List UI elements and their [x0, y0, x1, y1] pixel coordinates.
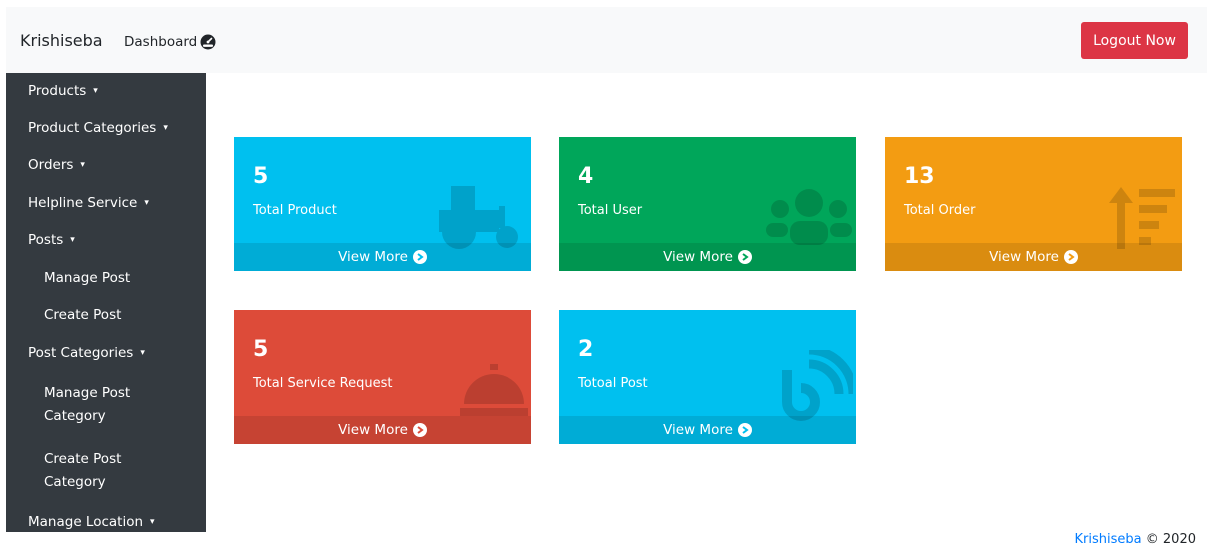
card-value: 13 [904, 164, 935, 189]
sidebar-item-label: Create Post Category [44, 450, 122, 490]
view-more-link[interactable]: View More [234, 243, 531, 271]
sidebar-item-label: Manage Location [28, 514, 144, 531]
view-more-label: View More [989, 249, 1059, 265]
arrow-circle-right-icon [737, 423, 752, 437]
sidebar-item-create-post-category[interactable]: Create Post Category [6, 438, 206, 504]
sidebar-item-label: Posts [28, 232, 64, 249]
blog-icon [782, 350, 853, 421]
sidebar-item-manage-post[interactable]: Manage Post [6, 259, 206, 297]
sidebar: Products ▾ Product Categories ▾ Orders ▾ He… [6, 73, 206, 532]
card-label: Total Order [904, 203, 976, 218]
view-more-label: View More [338, 422, 408, 438]
caret-down-icon: ▾ [70, 235, 75, 246]
view-more-label: View More [663, 422, 733, 438]
stat-card-total-service-request: 5 Total Service Request View More [234, 310, 531, 444]
sidebar-item-manage-post-category[interactable]: Manage Post Category [6, 372, 206, 438]
footer: Krishiseba © 2020 [1075, 532, 1196, 547]
arrow-circle-right-icon [737, 250, 752, 264]
arrow-circle-right-icon [1063, 250, 1078, 264]
caret-down-icon: ▾ [144, 197, 149, 208]
logout-button[interactable]: Logout Now [1081, 22, 1188, 59]
sidebar-item-manage-location[interactable]: Manage Location ▾ [6, 504, 206, 542]
dashboard-link[interactable]: Dashboard [124, 34, 216, 50]
sidebar-item-orders[interactable]: Orders ▾ [6, 147, 206, 185]
view-more-link[interactable]: View More [234, 416, 531, 444]
view-more-label: View More [338, 249, 408, 265]
card-label: Totoal Post [578, 376, 648, 391]
sidebar-item-label: Post Categories [28, 344, 134, 361]
footer-copyright: © 2020 [1145, 532, 1196, 547]
view-more-link[interactable]: View More [559, 243, 856, 271]
sidebar-item-create-post[interactable]: Create Post [6, 297, 206, 335]
top-navbar: Krishiseba Dashboard Logout Now [6, 7, 1207, 73]
tachometer-icon [200, 34, 216, 50]
sidebar-item-label: Orders [28, 157, 74, 174]
sidebar-item-post-categories[interactable]: Post Categories ▾ [6, 334, 206, 372]
card-value: 5 [253, 164, 269, 189]
sidebar-item-products[interactable]: Products ▾ [6, 73, 206, 109]
sidebar-item-label: Helpline Service [28, 194, 138, 211]
card-label: Total Product [253, 203, 337, 218]
card-label: Total User [578, 203, 643, 218]
view-more-label: View More [663, 249, 733, 265]
stat-card-total-order: 13 Total Order View More [885, 137, 1182, 271]
arrow-circle-right-icon [412, 423, 427, 437]
sidebar-item-helpline-service[interactable]: Helpline Service ▾ [6, 184, 206, 222]
view-more-link[interactable]: View More [559, 416, 856, 444]
stat-card-total-user: 4 Total User View More [559, 137, 856, 271]
caret-down-icon: ▾ [93, 86, 98, 96]
caret-down-icon: ▾ [80, 160, 85, 171]
view-more-link[interactable]: View More [885, 243, 1182, 271]
sidebar-item-label: Create Post [44, 307, 122, 324]
caret-down-icon: ▾ [140, 347, 145, 358]
sidebar-item-posts[interactable]: Posts ▾ [6, 222, 206, 260]
sidebar-item-label: Manage Post Category [44, 384, 131, 424]
sidebar-item-label: Manage Post [44, 269, 131, 286]
card-value: 2 [578, 337, 594, 362]
sidebar-item-product-categories[interactable]: Product Categories ▾ [6, 109, 206, 147]
brand-link[interactable]: Krishiseba [20, 31, 103, 50]
stat-card-total-product: 5 Total Product View More [234, 137, 531, 271]
concierge-bell-icon [460, 364, 528, 416]
caret-down-icon: ▾ [163, 122, 168, 133]
caret-down-icon: ▾ [150, 517, 155, 528]
card-value: 4 [578, 164, 594, 189]
tractor-icon [439, 186, 518, 249]
sidebar-item-label: Product Categories [28, 119, 157, 136]
stat-card-total-post: 2 Totoal Post View More [559, 310, 856, 444]
arrow-circle-right-icon [412, 250, 427, 264]
sidebar-item-label: Products [28, 83, 87, 99]
card-label: Total Service Request [253, 376, 393, 391]
dashboard-label: Dashboard [124, 34, 198, 50]
card-value: 5 [253, 337, 269, 362]
footer-brand-link[interactable]: Krishiseba [1075, 532, 1142, 547]
